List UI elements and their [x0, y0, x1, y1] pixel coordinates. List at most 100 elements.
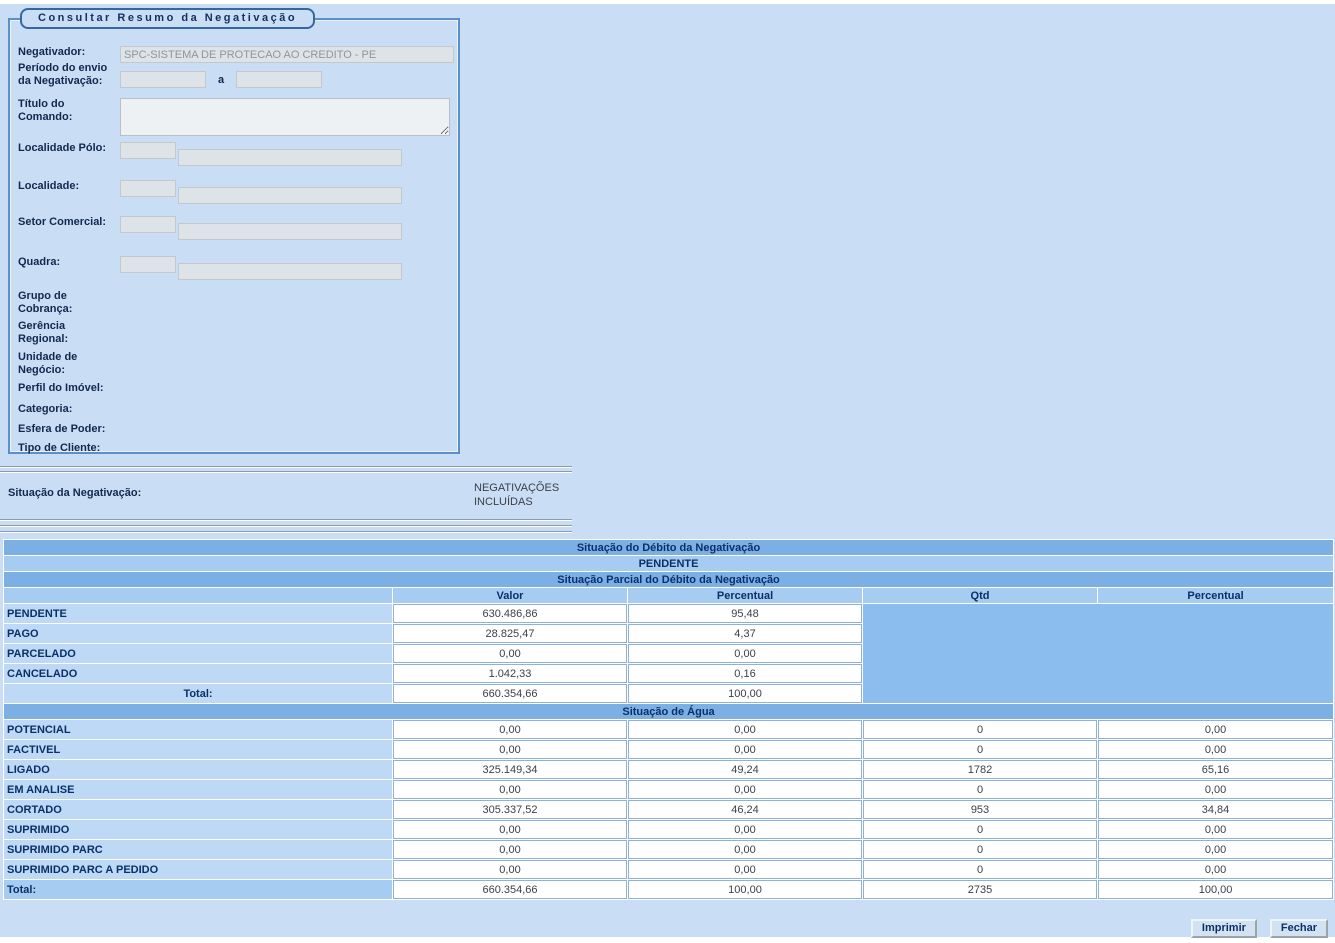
localidade-controls — [120, 180, 402, 204]
negativador-input[interactable] — [120, 46, 454, 63]
percentual-cell: 100,00 — [628, 684, 862, 703]
table-title-row: Situação do Débito da Negativação — [4, 540, 1333, 555]
percentual-cell: 95,48 — [628, 604, 862, 623]
periodo-fim-input[interactable] — [236, 71, 322, 88]
table-row-suprimido-parc-a-pedido: SUPRIMIDO PARC A PEDIDO 0,00 0,00 0 0,00 — [4, 860, 1333, 879]
form-row-unidade-negocio: Unidade de Negócio: — [18, 351, 454, 377]
percentual-cell: 0,00 — [628, 820, 862, 839]
valor-cell: 630.486,86 — [393, 604, 627, 623]
table-row-em-analise: EM ANALISE 0,00 0,00 0 0,00 — [4, 780, 1333, 799]
negativacao-summary-table: Situação do Débito da Negativação PENDEN… — [3, 539, 1334, 900]
periodo-separator: a — [218, 74, 224, 86]
column-header-row: Valor Percentual Qtd Percentual — [4, 588, 1333, 603]
percentual-cell: 100,00 — [628, 880, 862, 899]
localidade-code-input[interactable] — [120, 180, 176, 197]
qtd-cell: 953 — [863, 800, 1097, 819]
qtd-percentual-cell: 0,00 — [1098, 740, 1333, 759]
form-row-titulo-comando: Título do Comando: — [18, 98, 454, 136]
divider-line — [0, 471, 572, 473]
row-label: PARCELADO — [4, 644, 392, 663]
table-row-suprimido: SUPRIMIDO 0,00 0,00 0 0,00 — [4, 820, 1333, 839]
setor-comercial-label: Setor Comercial: — [18, 216, 114, 229]
row-label: PAGO — [4, 624, 392, 643]
perfil-imovel-label: Perfil do Imóvel: — [18, 382, 114, 395]
table-row-factivel: FACTIVEL 0,00 0,00 0 0,00 — [4, 740, 1333, 759]
qtd-cell: 0 — [863, 720, 1097, 739]
percentual-cell: 49,24 — [628, 760, 862, 779]
row-label: SUPRIMIDO PARC A PEDIDO — [4, 860, 392, 879]
valor-cell: 660.354,66 — [393, 880, 627, 899]
valor-cell: 660.354,66 — [393, 684, 627, 703]
localidade-label: Localidade: — [18, 180, 114, 193]
qtd-cell: 0 — [863, 820, 1097, 839]
valor-cell: 0,00 — [393, 820, 627, 839]
setor-comercial-code-input[interactable] — [120, 216, 176, 233]
divider-line — [0, 531, 572, 533]
footer-buttons: Imprimir Fechar — [1191, 919, 1328, 938]
column-header-percentual2: Percentual — [1098, 588, 1333, 603]
periodo-inicio-input[interactable] — [120, 71, 206, 88]
row-label: SUPRIMIDO PARC — [4, 840, 392, 859]
imprimir-button[interactable]: Imprimir — [1191, 919, 1257, 938]
qtd-cell: 1782 — [863, 760, 1097, 779]
row-label: PENDENTE — [4, 604, 392, 623]
quadra-code-input[interactable] — [120, 256, 176, 273]
table-status-row: PENDENTE — [4, 556, 1333, 571]
fechar-button[interactable]: Fechar — [1270, 919, 1328, 938]
table-row-potencial: POTENCIAL 0,00 0,00 0 0,00 — [4, 720, 1333, 739]
setor-comercial-name-input[interactable] — [178, 223, 402, 240]
localidade-polo-label: Localidade Pólo: — [18, 142, 114, 155]
valor-cell: 0,00 — [393, 840, 627, 859]
negativador-label: Negativador: — [18, 46, 114, 59]
percentual-cell: 0,00 — [628, 720, 862, 739]
table-row-ligado: LIGADO 325.149,34 49,24 1782 65,16 — [4, 760, 1333, 779]
table-row-agua-total: Total: 660.354,66 100,00 2735 100,00 — [4, 880, 1333, 899]
titulo-comando-label: Título do Comando: — [18, 98, 114, 124]
partial-title: Situação Parcial do Débito da Negativaçã… — [4, 572, 1333, 587]
gerencia-regional-label: Gerência Regional: — [18, 320, 114, 346]
form-row-perfil-imovel: Perfil do Imóvel: — [18, 382, 454, 395]
table-row-cortado: CORTADO 305.337,52 46,24 953 34,84 — [4, 800, 1333, 819]
form-row-setor-comercial: Setor Comercial: — [18, 216, 454, 240]
form-row-categoria: Categoria: — [18, 403, 454, 416]
percentual-cell: 0,00 — [628, 840, 862, 859]
percentual-cell: 46,24 — [628, 800, 862, 819]
localidade-polo-code-input[interactable] — [120, 142, 176, 159]
valor-cell: 305.337,52 — [393, 800, 627, 819]
qtd-percentual-cell: 0,00 — [1098, 860, 1333, 879]
valor-cell: 0,00 — [393, 644, 627, 663]
consultar-resumo-negativacao-page: Consultar Resumo da Negativação Negativa… — [0, 0, 1335, 943]
empty-qtd-block — [863, 604, 1333, 703]
qtd-cell: 0 — [863, 740, 1097, 759]
quadra-label: Quadra: — [18, 256, 114, 269]
valor-cell: 28.825,47 — [393, 624, 627, 643]
table-status: PENDENTE — [4, 556, 1333, 571]
percentual-cell: 0,00 — [628, 644, 862, 663]
situacao-negativacao-label: Situação da Negativação: — [8, 487, 141, 499]
form-row-periodo: Período do envio da Negativação: a — [18, 62, 454, 88]
divider-line — [0, 466, 572, 468]
localidade-polo-name-input[interactable] — [178, 149, 402, 166]
qtd-percentual-cell: 0,00 — [1098, 720, 1333, 739]
quadra-name-input[interactable] — [178, 263, 402, 280]
row-label: SUPRIMIDO — [4, 820, 392, 839]
total-label: Total: — [4, 684, 392, 703]
qtd-percentual-cell: 0,00 — [1098, 840, 1333, 859]
qtd-percentual-cell: 0,00 — [1098, 780, 1333, 799]
qtd-percentual-cell: 100,00 — [1098, 880, 1333, 899]
divider-line — [0, 519, 572, 521]
filter-panel: Negativador: Período do envio da Negativ… — [8, 18, 460, 454]
qtd-percentual-cell: 0,00 — [1098, 820, 1333, 839]
titulo-comando-textarea[interactable] — [120, 98, 450, 136]
form-row-grupo-cobranca: Grupo de Cobrança: — [18, 290, 454, 316]
partial-title-row: Situação Parcial do Débito da Negativaçã… — [4, 572, 1333, 587]
row-label: LIGADO — [4, 760, 392, 779]
row-label: CORTADO — [4, 800, 392, 819]
localidade-name-input[interactable] — [178, 187, 402, 204]
situacao-negativacao-value: NEGATIVAÇÕES INCLUÍDAS — [474, 482, 578, 510]
tipo-cliente-label: Tipo de Cliente: — [18, 442, 114, 455]
qtd-percentual-cell: 65,16 — [1098, 760, 1333, 779]
total-label: Total: — [4, 880, 392, 899]
panel-title: Consultar Resumo da Negativação — [20, 8, 315, 29]
row-label: FACTIVEL — [4, 740, 392, 759]
